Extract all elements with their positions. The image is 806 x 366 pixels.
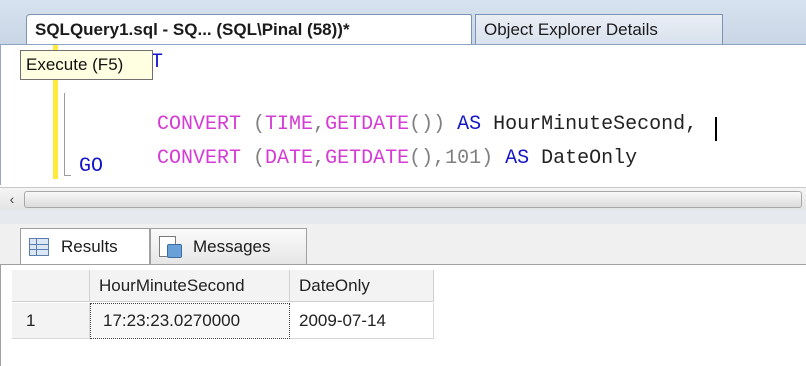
outline-guide [64,93,65,175]
tab-object-explorer-details-label: Object Explorer Details [484,19,658,39]
row-number[interactable]: 1 [12,303,90,339]
table-cell-dateonly[interactable]: 2009-07-14 [290,303,434,339]
tab-sqlquery1-label: SQLQuery1.sql - SQ... (SQL\Pinal (58))* [35,19,350,39]
results-tab-strip: Results Messages [0,224,806,264]
code-line-go: GO [79,155,104,178]
scrollbar-thumb[interactable] [24,191,802,208]
column-header-hourminutesecond[interactable]: HourMinuteSecond [90,270,290,302]
grid-icon [29,237,49,256]
editor-horizontal-scrollbar[interactable]: ‹ [0,187,806,211]
tab-results[interactable]: Results [20,228,150,264]
pane-splitter[interactable] [0,210,806,225]
query-editor[interactable]: T CONVERT (TIME,GETDATE()) AS HourMinute… [0,45,806,185]
outline-guide-end [64,175,71,176]
tab-object-explorer-details[interactable]: Object Explorer Details [475,14,723,44]
text-caret [715,117,717,141]
execute-tooltip: Execute (F5) [20,50,153,80]
column-header-dateonly[interactable]: DateOnly [290,270,434,302]
row-header-corner[interactable] [12,270,90,302]
code-line-convert-date: CONVERT (DATE,GETDATE(),101) AS DateOnly [157,147,638,170]
messages-icon [159,235,182,258]
tab-results-label: Results [61,236,118,256]
tab-messages-label: Messages [193,236,271,256]
tab-sqlquery1[interactable]: SQLQuery1.sql - SQ... (SQL\Pinal (58))* [26,14,472,44]
table-cell-hourminutesecond[interactable]: 17:23:23.0270000 [90,303,290,339]
scroll-left-arrow-icon[interactable]: ‹ [4,190,20,208]
document-tab-strip: SQLQuery1.sql - SQ... (SQL\Pinal (58))* … [0,0,806,45]
tab-messages[interactable]: Messages [150,228,307,264]
